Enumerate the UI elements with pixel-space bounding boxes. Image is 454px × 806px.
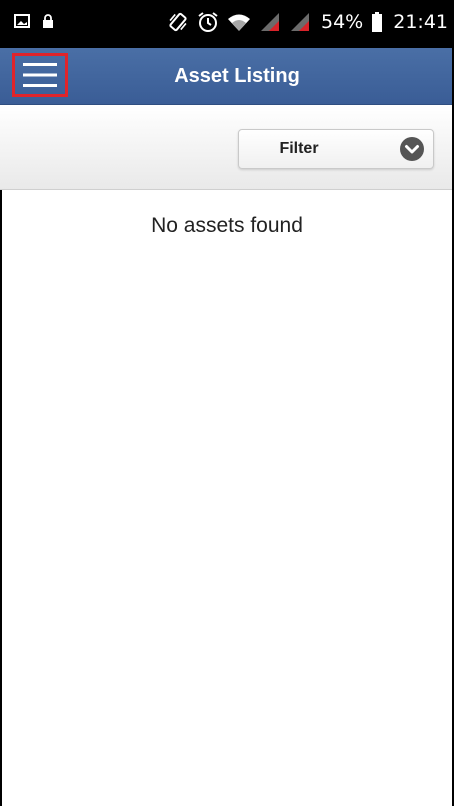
left-edge-divider: [0, 190, 2, 806]
signal-icon: [289, 12, 311, 32]
clock-time: 21:41: [393, 11, 448, 33]
status-right: 54% 21:41: [167, 11, 448, 33]
empty-message: No assets found: [151, 214, 303, 237]
status-left: [14, 14, 54, 33]
page-title: Asset Listing: [174, 65, 300, 87]
lock-icon: [42, 14, 54, 33]
chevron-down-circle-icon: [399, 136, 425, 162]
filter-bar: Filter: [0, 105, 454, 190]
status-bar: 54% 21:41: [0, 0, 454, 48]
battery-percent: 54%: [321, 11, 364, 33]
app-header: Asset Listing: [0, 48, 454, 105]
hamburger-menu-icon: [23, 62, 57, 88]
filter-select[interactable]: Filter: [238, 129, 434, 169]
image-icon: [14, 14, 30, 33]
signal-icon: [259, 12, 281, 32]
battery-icon: [371, 11, 383, 33]
filter-label: Filter: [279, 140, 319, 157]
vibrate-icon: [167, 11, 189, 33]
asset-list: No assets found: [0, 190, 454, 806]
wifi-icon: [227, 12, 251, 32]
menu-button[interactable]: [12, 53, 68, 97]
alarm-icon: [197, 11, 219, 33]
app-screen: 54% 21:41 Asset Listing Filter No assets…: [0, 0, 454, 806]
